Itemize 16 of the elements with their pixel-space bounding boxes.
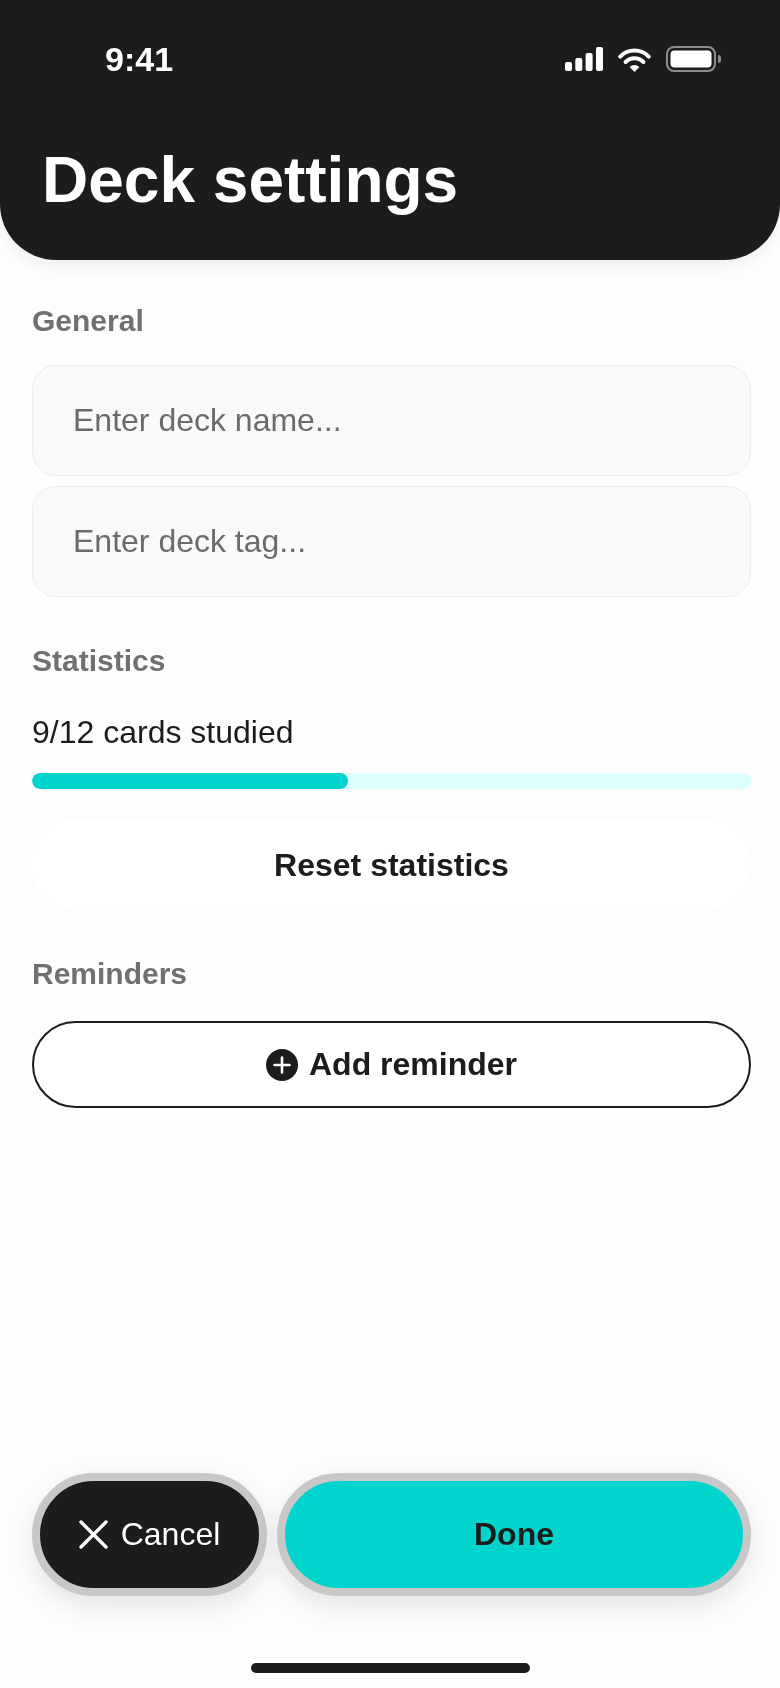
done-button[interactable]: Done: [277, 1473, 751, 1596]
input-field[interactable]: Enter deck name...: [32, 365, 751, 476]
page-title: Deck settings: [42, 145, 459, 215]
cancel-button[interactable]: Cancel: [32, 1473, 267, 1596]
progress-label: 9/12 cards studied: [32, 713, 294, 751]
input-field[interactable]: Enter deck tag...: [32, 486, 751, 597]
section-title: General: [32, 303, 144, 339]
section-title: Reminders: [32, 956, 188, 992]
wifi-icon: [617, 46, 652, 72]
add-reminder-button[interactable]: Add reminder: [32, 1021, 751, 1108]
battery-icon: [666, 46, 721, 72]
signal-icon: [565, 47, 603, 71]
plus-circle-icon: [266, 1048, 298, 1081]
status-time: 9:41: [105, 39, 174, 79]
close-icon: [78, 1520, 108, 1549]
section-title: Statistics: [32, 643, 166, 679]
